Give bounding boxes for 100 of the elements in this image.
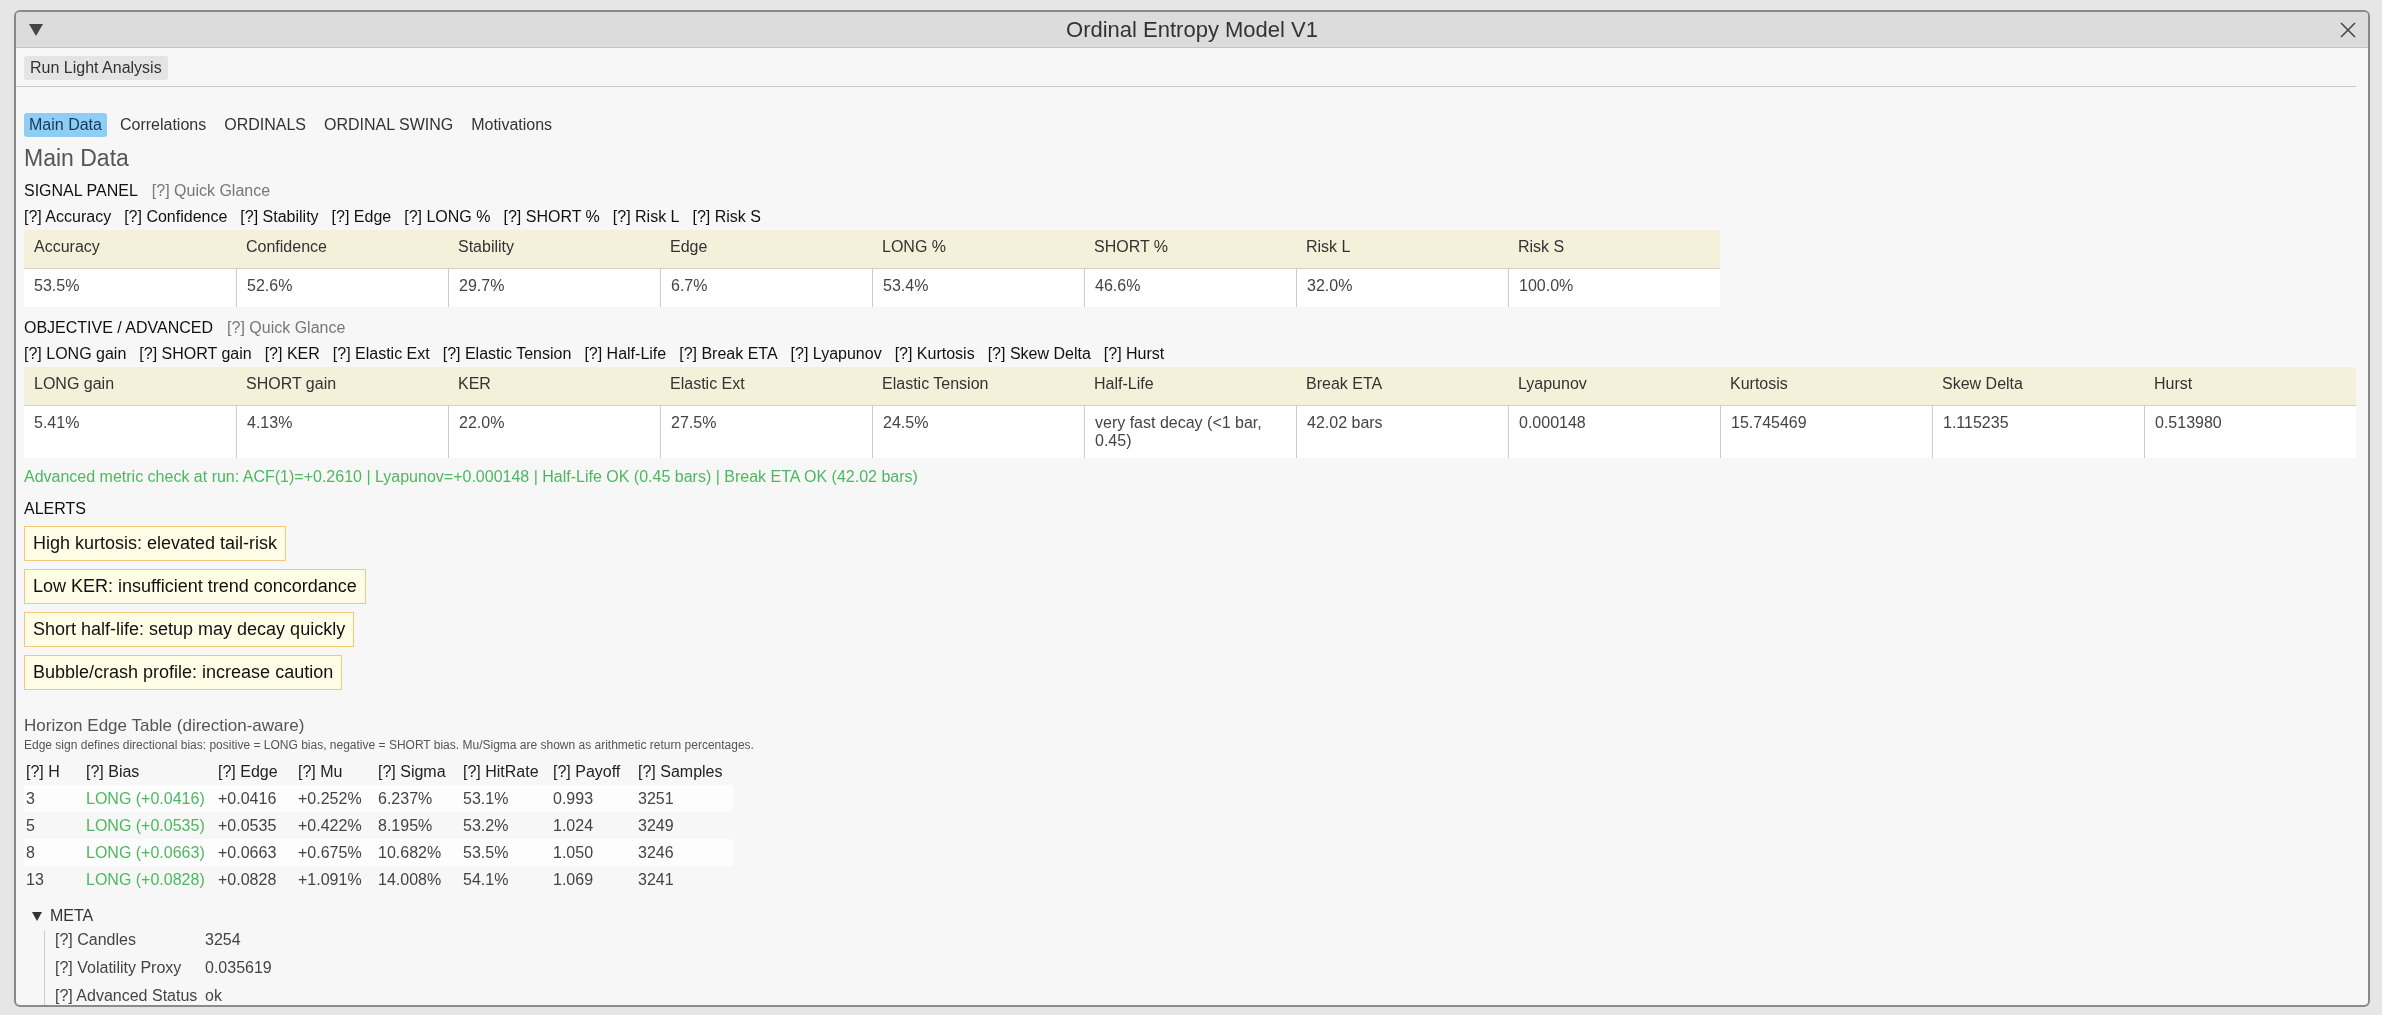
table-cell-text: +0.252% [298, 789, 363, 808]
window-title: Ordinal Entropy Model V1 [1065, 16, 1319, 43]
table-cell-text: 1.024 [553, 816, 595, 835]
triangle-icon [32, 911, 42, 921]
table-cell-text: 13 [26, 870, 45, 889]
table-cell: 29.7% [448, 269, 660, 307]
column-header[interactable]: [?] Payoff [553, 762, 638, 781]
meta-toggle[interactable]: META [32, 907, 2360, 925]
help-link[interactable]: [?] Lyapunov [790, 345, 882, 363]
close-button[interactable] [2340, 21, 2356, 38]
table-cell: 32.0% [1296, 269, 1508, 307]
table-cell-text: 3246 [638, 843, 675, 862]
help-link[interactable]: [?] Elastic Tension [442, 345, 572, 363]
help-link[interactable]: [?] Elastic Ext [332, 345, 430, 363]
help-link[interactable]: [?] Skew Delta [987, 345, 1091, 363]
column-header: Risk L [1296, 230, 1508, 269]
table-cell: 52.6% [236, 269, 448, 307]
table-cell: 4.13% [236, 406, 448, 458]
column-header[interactable]: [?] Sigma [378, 762, 463, 781]
column-header: Elastic Tension [872, 367, 1084, 406]
help-link[interactable]: [?] Risk S [692, 208, 761, 226]
table-cell-text: +0.0663 [218, 843, 278, 862]
table-cell-text: +0.422% [298, 816, 363, 835]
table-cell-text: LONG (+0.0416) [86, 789, 206, 808]
page-heading: Main Data [24, 145, 130, 172]
table-cell: 42.02 bars [1296, 406, 1508, 458]
help-link[interactable]: [?] LONG gain [24, 345, 127, 363]
alerts-title: ALERTS [24, 500, 87, 518]
tab[interactable]: ORDINAL SWING [319, 113, 459, 137]
column-header: Confidence [236, 230, 448, 269]
quick-glance-link[interactable]: [?] Quick Glance [227, 319, 346, 337]
column-header: Hurst [2144, 367, 2356, 406]
help-link[interactable]: [?] SHORT % [503, 208, 600, 226]
help-link[interactable]: [?] Confidence [124, 208, 228, 226]
column-header: Stability [448, 230, 660, 269]
run-analysis-button[interactable]: Run Light Analysis [24, 56, 168, 80]
table-cell: 0.513980 [2144, 406, 2356, 458]
help-link[interactable]: [?] Hurst [1103, 345, 1165, 363]
tab[interactable]: ORDINALS [219, 113, 311, 137]
window-menu-button[interactable] [28, 22, 44, 37]
help-link[interactable]: [?] Stability [240, 208, 319, 226]
column-header[interactable]: [?] H [26, 762, 86, 781]
meta-value: ok [205, 987, 223, 1005]
table-cell: 0.000148 [1508, 406, 1720, 458]
table-cell-text: 53.1% [463, 789, 510, 808]
table-cell: 24.5% [872, 406, 1084, 458]
section-title: OBJECTIVE / ADVANCED [24, 319, 214, 337]
help-link[interactable]: [?] Edge [331, 208, 392, 226]
table-cell: 22.0% [448, 406, 660, 458]
column-header: Kurtosis [1720, 367, 1932, 406]
column-header[interactable]: [?] Samples [638, 762, 733, 781]
triangle-icon [28, 22, 44, 37]
table-cell: 6.7% [660, 269, 872, 307]
table-cell-text: 1.050 [553, 843, 595, 862]
table-cell-text: 54.1% [463, 870, 510, 889]
table-cell: very fast decay (<1 bar, 0.45) [1084, 406, 1296, 458]
column-header: Accuracy [24, 230, 236, 269]
table-cell: 27.5% [660, 406, 872, 458]
help-link[interactable]: [?] Risk L [612, 208, 680, 226]
help-link[interactable]: [?] Accuracy [24, 208, 112, 226]
table-cell-text: 1.069 [553, 870, 595, 889]
table-cell: 53.4% [872, 269, 1084, 307]
meta-value: 3254 [205, 931, 242, 949]
tab[interactable]: Motivations [466, 113, 558, 137]
help-link[interactable]: [?] LONG % [404, 208, 491, 226]
column-header[interactable]: [?] Bias [86, 762, 218, 781]
table-cell-text: LONG (+0.0535) [86, 816, 206, 835]
column-header[interactable]: [?] Edge [218, 762, 298, 781]
table-cell-text: LONG (+0.0828) [86, 870, 206, 889]
meta-label[interactable]: [?] Candles [55, 931, 205, 949]
meta-label[interactable]: [?] Advanced Status [55, 987, 205, 1005]
meta-value: 0.035619 [205, 959, 273, 977]
quick-glance-link[interactable]: [?] Quick Glance [151, 182, 271, 200]
table-note: Edge sign defines directional bias: positive = LONG bias, negative = SHORT bias. Mu/Sigma are shown as arithmetic return percentages. [24, 738, 755, 752]
table-cell-text: 5 [26, 816, 36, 835]
column-header: Skew Delta [1932, 367, 2144, 406]
column-header: Half-Life [1084, 367, 1296, 406]
table-cell-text: +0.0535 [218, 816, 278, 835]
alert-message: Low KER: insufficient trend concordance [24, 569, 366, 604]
meta-label[interactable]: [?] Volatility Proxy [55, 959, 205, 977]
table-cell-text: +0.0828 [218, 870, 278, 889]
help-link[interactable]: [?] Half-Life [584, 345, 667, 363]
column-header: Lyapunov [1508, 367, 1720, 406]
tab[interactable]: Main Data [24, 113, 107, 137]
column-header[interactable]: [?] HitRate [463, 762, 553, 781]
help-link[interactable]: [?] Kurtosis [894, 345, 975, 363]
table-cell: 1.115235 [1932, 406, 2144, 458]
table-cell-text: 53.5% [463, 843, 510, 862]
column-header[interactable]: [?] Mu [298, 762, 378, 781]
table-cell-text: 3251 [638, 789, 675, 808]
help-link[interactable]: [?] SHORT gain [139, 345, 252, 363]
help-link[interactable]: [?] Break ETA [679, 345, 778, 363]
help-link[interactable]: [?] KER [264, 345, 320, 363]
table-cell-text: 6.237% [378, 789, 434, 808]
alert-message: Bubble/crash profile: increase caution [24, 655, 343, 690]
table-cell-text: +0.675% [298, 843, 363, 862]
alert-message: Short half-life: setup may decay quickly [24, 612, 355, 647]
table-cell-text: 8.195% [378, 816, 434, 835]
table-cell-text: 10.682% [378, 843, 443, 862]
tab[interactable]: Correlations [114, 113, 212, 137]
